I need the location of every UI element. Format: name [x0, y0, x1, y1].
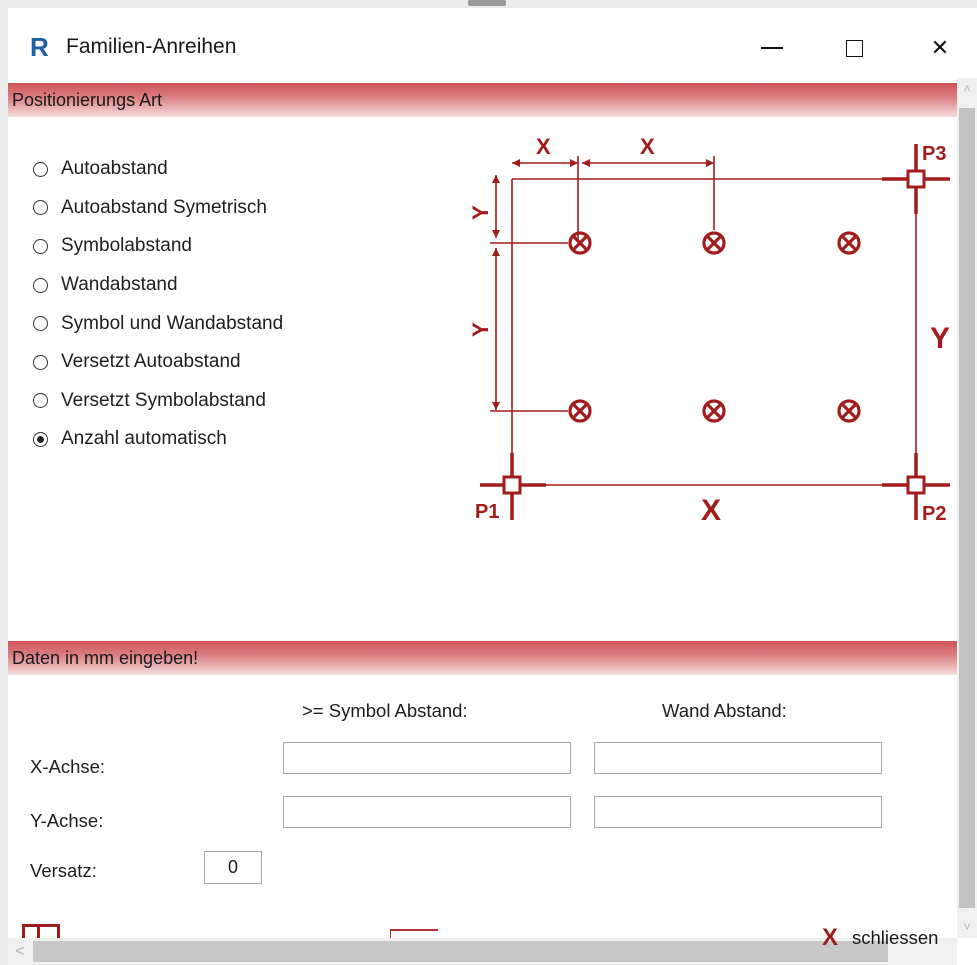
maximize-icon: [845, 39, 863, 57]
symbol-r2c1: [568, 399, 592, 423]
revit-app-icon: R: [30, 32, 49, 62]
symbol-r2c2: [702, 399, 726, 423]
radio-option[interactable]: Symbolabstand: [33, 227, 283, 266]
radio-option-label: Versetzt Symbolabstand: [61, 389, 266, 411]
dim-label-y-left2: Y: [468, 322, 493, 337]
radio-option-label: Wandabstand: [61, 274, 178, 296]
point-label-p3: P3: [922, 143, 946, 165]
scroll-up-arrow-icon[interactable]: ˄: [957, 78, 977, 100]
close-dialog-button[interactable]: X schliessen: [822, 926, 938, 950]
y-wall-distance-input[interactable]: [594, 796, 882, 828]
offset-label: Versatz:: [30, 860, 97, 881]
y-axis-label: Y-Achse:: [30, 810, 104, 831]
background-window-tab: [468, 0, 506, 6]
minimize-button[interactable]: [747, 22, 797, 74]
radio-option[interactable]: Versetzt Autoabstand: [33, 343, 283, 382]
minimize-icon: [761, 47, 783, 49]
radio-option-label: Autoabstand Symetrisch: [61, 196, 267, 218]
radio-button[interactable]: [33, 316, 48, 332]
section-header-data: Daten in mm eingeben!: [8, 641, 958, 675]
positioning-options: Autoabstand Autoabstand Symetrisch Symbola…: [33, 150, 283, 459]
radio-option[interactable]: Anzahl automatisch: [33, 420, 283, 459]
symbol-r1c1: [568, 231, 592, 255]
x-wall-distance-input[interactable]: [594, 742, 882, 774]
close-icon: ✕: [930, 35, 950, 60]
partial-toolbar-icon[interactable]: [22, 924, 60, 938]
point-label-p1: P1: [475, 501, 499, 523]
close-window-button[interactable]: ✕: [915, 22, 965, 74]
scroll-down-arrow-icon[interactable]: ˅: [957, 916, 977, 938]
radio-option[interactable]: Autoabstand Symetrisch: [33, 189, 283, 228]
radio-option-label: Anzahl automatisch: [61, 428, 227, 450]
radio-button[interactable]: [33, 393, 48, 409]
dim-label-y-right: Y: [930, 322, 950, 355]
radio-button[interactable]: [33, 161, 48, 177]
radio-button[interactable]: [33, 238, 48, 254]
scroll-left-arrow-icon[interactable]: <: [10, 938, 30, 965]
point-label-p2: P2: [922, 503, 946, 525]
close-x-icon: X: [822, 924, 839, 951]
vertical-scroll-thumb[interactable]: [959, 108, 975, 908]
offset-input[interactable]: 0: [204, 851, 262, 884]
window-frame-left: [0, 8, 8, 965]
radio-button[interactable]: [33, 200, 48, 216]
horizontal-scrollbar[interactable]: <: [8, 938, 957, 965]
positioning-diagram: X X Y Y Y X P1 P2 P3: [468, 134, 950, 527]
window-title: Familien-Anreihen: [66, 35, 237, 58]
radio-option-label: Symbol und Wandabstand: [61, 312, 284, 334]
maximize-button[interactable]: [829, 22, 879, 74]
radio-button-selected[interactable]: [33, 431, 48, 447]
column-header-wall-distance: Wand Abstand:: [662, 700, 787, 721]
radio-option-label: Autoabstand: [61, 158, 168, 180]
radio-option[interactable]: Versetzt Symbolabstand: [33, 382, 283, 421]
vertical-scrollbar[interactable]: ˄ ˅: [957, 78, 977, 938]
horizontal-scroll-thumb[interactable]: [33, 941, 888, 962]
radio-button[interactable]: [33, 277, 48, 293]
y-symbol-distance-input[interactable]: [283, 796, 571, 828]
radio-option[interactable]: Wandabstand: [33, 266, 283, 305]
dim-label-x-bottom: X: [701, 494, 721, 527]
radio-option-label: Symbolabstand: [61, 235, 192, 257]
symbol-r1c2: [702, 231, 726, 255]
x-axis-label: X-Achse:: [30, 756, 106, 777]
radio-option[interactable]: Symbol und Wandabstand: [33, 304, 283, 343]
dim-label-x-top1: X: [536, 134, 551, 159]
radio-button[interactable]: [33, 354, 48, 370]
symbol-r2c3: [837, 399, 861, 423]
radio-option-label: Versetzt Autoabstand: [61, 351, 241, 373]
radio-option[interactable]: Autoabstand: [33, 150, 283, 189]
dim-label-x-top2: X: [640, 134, 655, 159]
dim-label-y-left1: Y: [468, 205, 493, 220]
x-symbol-distance-input[interactable]: [283, 742, 571, 774]
title-bar[interactable]: R Familien-Anreihen ✕: [8, 8, 977, 78]
section-header-positioning: Positionierungs Art: [8, 83, 958, 117]
symbol-r1c3: [837, 231, 861, 255]
partial-arrow-icon[interactable]: [390, 929, 438, 938]
column-header-symbol-distance: >= Symbol Abstand:: [302, 700, 468, 721]
close-dialog-label: schliessen: [852, 927, 939, 948]
